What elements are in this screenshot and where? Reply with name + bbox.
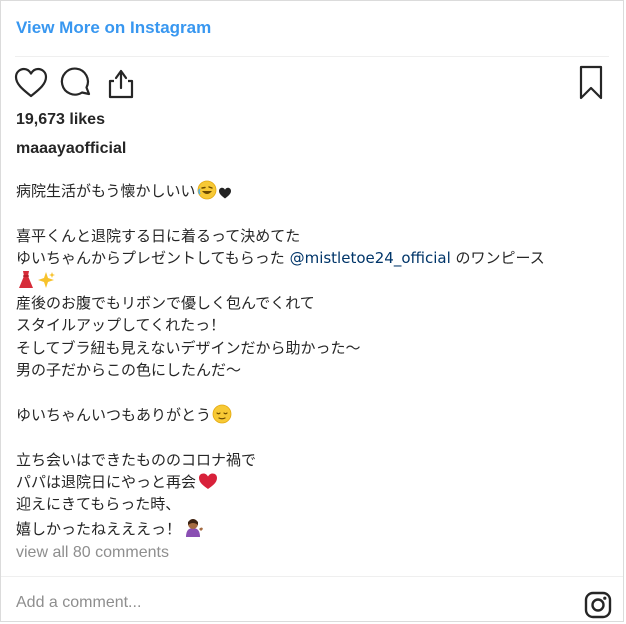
caption-line: 迎えにきてもらった時、 <box>16 493 616 515</box>
share-upload-icon[interactable] <box>103 65 139 101</box>
caption-text: のワンピース <box>450 249 545 268</box>
view-more-on-instagram-link[interactable]: View More on Instagram <box>16 18 211 38</box>
header-divider <box>15 56 609 57</box>
black-heart-emoji-icon <box>218 184 232 206</box>
caption-text: スタイルアップしてくれたっ！ <box>16 316 226 335</box>
post-username[interactable]: maaayaofficial <box>16 140 126 158</box>
likes-count[interactable]: 19,673 likes <box>16 111 105 129</box>
caption-text: 産後のお腹でもリボンで優しく包んでくれて <box>16 293 315 312</box>
caption-text: 喜平くんと退院する日に着るって決めてた <box>16 226 301 245</box>
caption-text: 迎えにきてもらった時、 <box>16 495 181 514</box>
caption-line: そしてブラ紐も見えないデザインだから助かった〜 <box>16 337 616 359</box>
caption-text: 立ち会いはできたもののコロナ禍で <box>16 450 257 469</box>
caption-text: 病院生活がもう懐かしいい <box>16 182 196 200</box>
caption-line: 産後のお腹でもリボンで優しく包んでくれて <box>16 292 616 314</box>
caption-line: スタイルアップしてくれたっ！ <box>16 314 616 336</box>
caption-line: ゆいちゃんからプレゼントしてもらった @mistletoe24_official… <box>16 247 616 269</box>
caption-text: ゆいちゃんからプレゼントしてもらった <box>16 249 290 268</box>
mention-link[interactable]: @mistletoe24_official <box>290 249 451 267</box>
caption-line <box>16 270 616 292</box>
caption-line: ゆいちゃんいつもありがとう <box>16 404 616 426</box>
rofl-emoji-icon <box>197 180 217 206</box>
caption-line: 喜平くんと退院する日に着るって決めてた <box>16 225 616 247</box>
comment-bubble-icon[interactable] <box>58 65 94 101</box>
caption-line: パパは退院日にやっと再会 <box>16 471 616 493</box>
instagram-embed-card: View More on Instagram 19,673 likes maaa… <box>0 0 624 622</box>
post-caption: 病院生活がもう懐かしいい 喜平くんと退院する日に着るって決めてた ゆいちゃんから… <box>16 180 616 538</box>
view-all-comments-link[interactable]: view all 80 comments <box>16 544 169 562</box>
caption-text: 男の子だからこの色にしたんだ〜 <box>16 361 242 380</box>
caption-text: パパは退院日にやっと再会 <box>16 473 197 492</box>
person-tipping-hand-emoji-icon <box>182 516 204 544</box>
instagram-logo-icon[interactable] <box>584 591 612 619</box>
caption-line: 立ち会いはできたもののコロナ禍で <box>16 449 616 471</box>
action-bar <box>13 65 609 101</box>
caption-text: 嬉しかったねえええっ！ <box>16 519 182 538</box>
bookmark-icon[interactable] <box>573 65 609 101</box>
heart-exclamation-emoji-icon <box>197 471 219 497</box>
relieved-face-emoji-icon <box>212 404 232 430</box>
add-comment-input[interactable] <box>16 589 556 617</box>
caption-text: ゆいちゃんいつもありがとう <box>16 405 212 424</box>
caption-line: 嬉しかったねえええっ！ <box>16 516 616 538</box>
heart-icon[interactable] <box>13 65 49 101</box>
caption-line: 男の子だからこの色にしたんだ〜 <box>16 359 616 381</box>
comment-divider <box>1 576 623 577</box>
caption-text: そしてブラ紐も見えないデザインだから助かった〜 <box>16 338 361 357</box>
caption-line: 病院生活がもう懐かしいい <box>16 180 616 202</box>
